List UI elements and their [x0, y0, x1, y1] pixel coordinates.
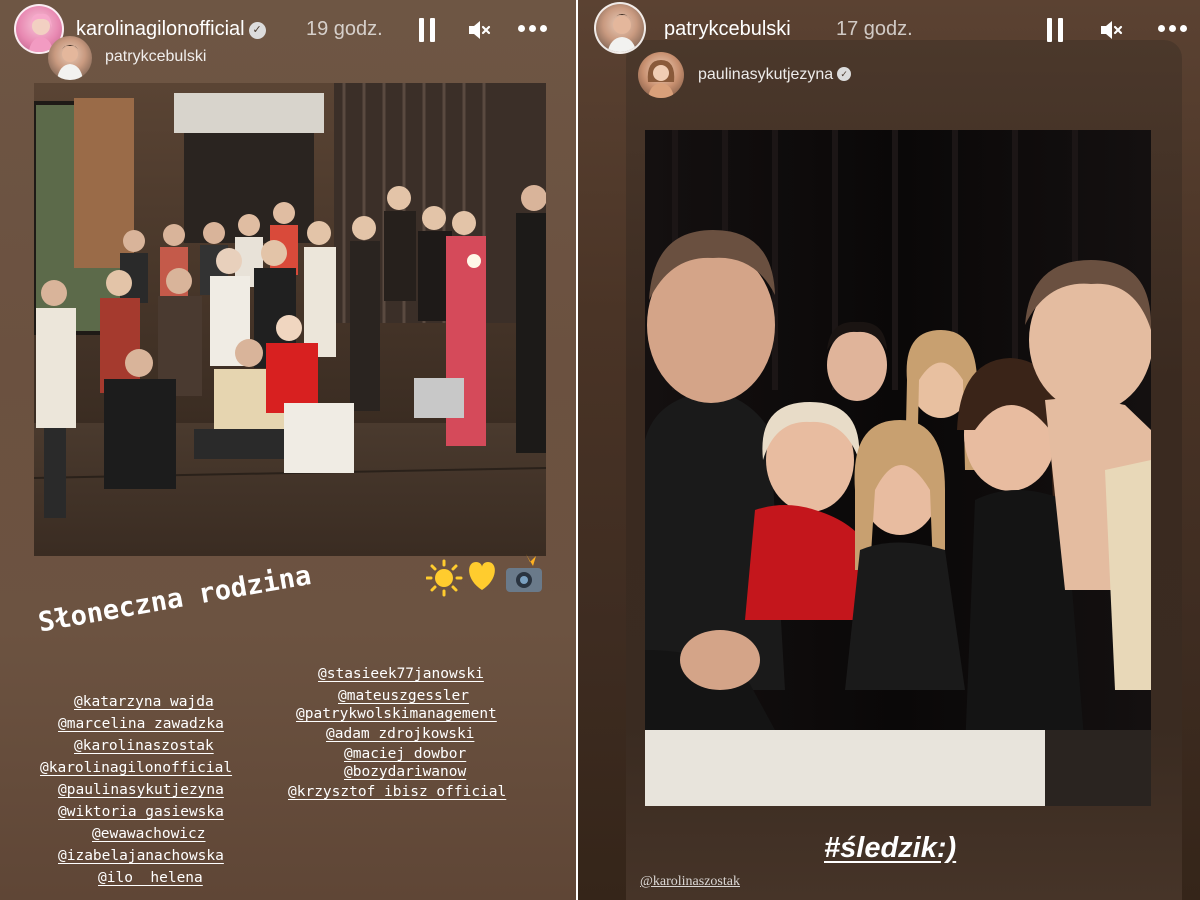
- mention-link[interactable]: @wiktoria_gasiewska: [58, 804, 224, 820]
- mention-link[interactable]: @mateuszgessler: [338, 688, 469, 704]
- camera-flash-emoji-icon: [506, 554, 542, 592]
- story-left: karolinagilonofficial ✓ 19 godz. patrykce…: [0, 0, 576, 900]
- group-photo-image: [34, 83, 546, 556]
- mention-link[interactable]: @katarzyna_wajda: [74, 694, 214, 710]
- more-options-button[interactable]: [516, 16, 550, 42]
- mute-button[interactable]: [466, 17, 492, 43]
- sticker-row: [425, 548, 546, 598]
- more-options-button[interactable]: [1156, 16, 1190, 42]
- pause-button[interactable]: [418, 18, 438, 42]
- sun-emoji-icon: [425, 559, 463, 597]
- repost-avatar: [638, 52, 684, 98]
- repost-avatar: [48, 36, 92, 80]
- mention-link[interactable]: @adam_zdrojkowski: [326, 726, 474, 742]
- pause-button[interactable]: [1046, 18, 1066, 42]
- bottom-mention-link[interactable]: @karolinaszostak: [640, 874, 740, 890]
- story-right: patrykcebulski 17 godz. paulinasykutjezy…: [578, 0, 1200, 900]
- mute-button[interactable]: [1098, 17, 1124, 43]
- story-header: patrykcebulski 17 godz.: [578, 0, 1200, 60]
- mention-link[interactable]: @karolinagilonofficial: [40, 760, 232, 776]
- mention-link[interactable]: @karolinaszostak: [74, 738, 214, 754]
- verified-badge-icon: ✓: [837, 67, 852, 81]
- selfie-photo-image: [645, 130, 1151, 806]
- speaker-muted-icon: [1101, 21, 1123, 39]
- mention-link[interactable]: @izabelajanachowska: [58, 848, 224, 864]
- avatar-portrait-icon: [57, 45, 83, 80]
- mention-link[interactable]: @paulinasykutjezyna: [58, 782, 224, 798]
- mention-link[interactable]: @marcelina_zawadzka: [58, 716, 224, 732]
- story-caption: Słoneczna rodzina: [36, 560, 314, 639]
- hashtag-sticker[interactable]: #śledzik:): [824, 832, 956, 865]
- mention-link[interactable]: @ewawachowicz: [92, 826, 206, 842]
- selfie-photo: [645, 130, 1151, 806]
- mention-link[interactable]: @bozydariwanow: [344, 764, 466, 780]
- avatar-portrait-icon: [607, 14, 637, 52]
- reposted-from[interactable]: patrykcebulski: [48, 36, 308, 80]
- username[interactable]: patrykcebulski: [664, 18, 791, 41]
- speaker-muted-icon: [469, 21, 491, 39]
- mention-link[interactable]: @stasieek77janowski: [318, 666, 484, 682]
- post-time: 17 godz.: [836, 18, 913, 40]
- group-photo: [34, 83, 546, 556]
- mention-link[interactable]: @patrykwolskimanagement: [296, 706, 497, 722]
- mention-link[interactable]: @maciej_dowbor: [344, 746, 466, 762]
- avatar-portrait-icon: [647, 60, 675, 98]
- post-time: 19 godz.: [306, 18, 383, 40]
- repost-username: paulinasykutjezyna ✓: [698, 66, 852, 84]
- reposted-from[interactable]: paulinasykutjezyna ✓: [638, 52, 938, 98]
- repost-username: patrykcebulski: [105, 48, 207, 65]
- mention-link[interactable]: @ilo__helena: [98, 870, 203, 886]
- user-avatar[interactable]: [594, 2, 646, 54]
- yellow-heart-emoji-icon: [469, 562, 495, 590]
- mention-link[interactable]: @krzysztof_ibisz_official: [288, 784, 506, 800]
